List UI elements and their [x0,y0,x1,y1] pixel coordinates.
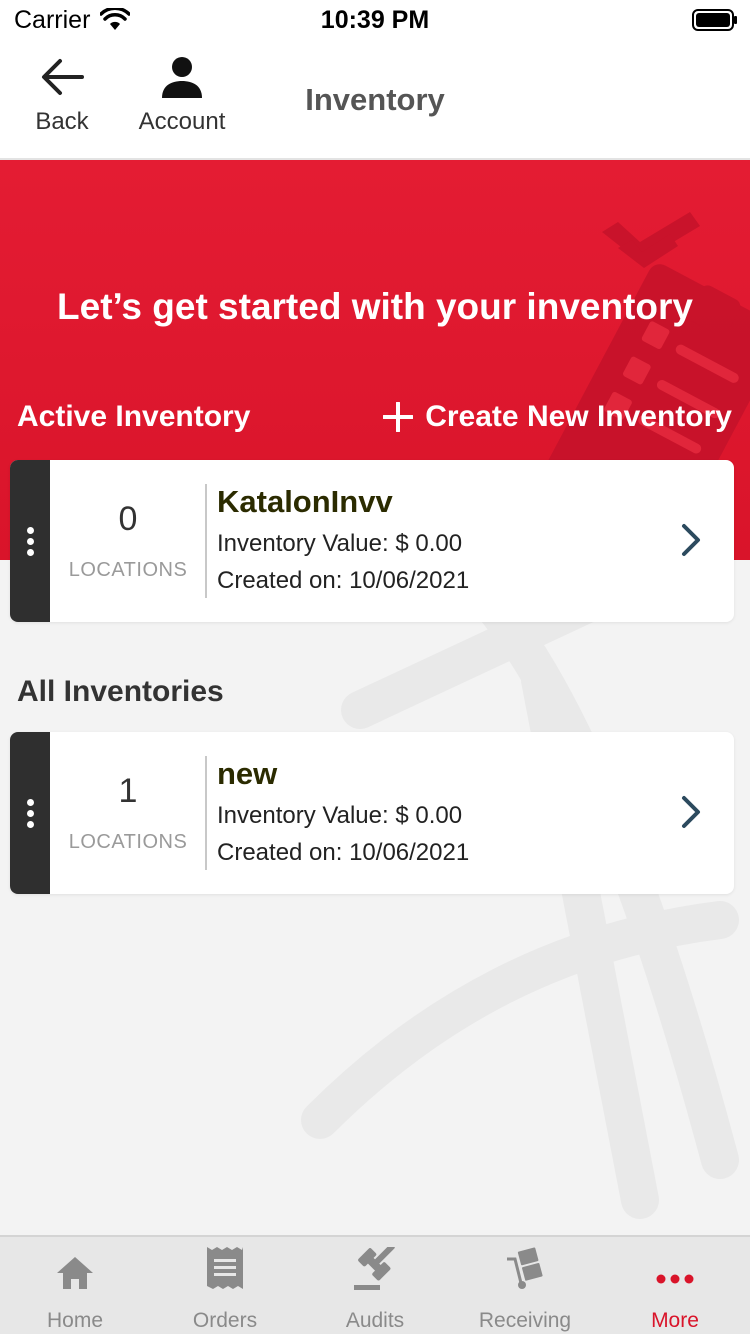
battery-icon [692,9,737,31]
status-time: 10:39 PM [320,6,430,34]
hero-title: Let’s get started with your inventory [57,286,693,327]
bottom-tab-bar: Home Orders Audits Receiving More [0,1235,750,1334]
locations-count: 0 [118,500,138,538]
receipt-icon [207,1247,243,1289]
inventory-value: Inventory Value: $ 0.00 [217,802,463,829]
tab-home[interactable]: Home [0,1237,150,1334]
nav-header: Back Account Inventory [0,40,750,160]
more-vertical-icon [26,526,34,534]
background-watermark [301,560,739,1219]
inventory-value: Inventory Value: $ 0.00 [217,530,463,557]
locations-count: 1 [118,772,138,810]
card-divider [205,756,207,870]
inventory-name: new [217,756,278,791]
card-menu-handle[interactable] [10,732,50,894]
inventory-created-date: Created on: 10/06/2021 [217,839,470,866]
tab-orders-label: Orders [192,1309,258,1332]
hand-truck-icon [507,1247,543,1289]
locations-label: LOCATIONS [68,831,188,853]
plus-icon [383,402,414,432]
more-vertical-icon [26,798,34,806]
all-inventories-heading: All Inventories [17,675,224,708]
home-icon [57,1257,93,1289]
card-menu-handle[interactable] [10,460,50,622]
page-title: Inventory [305,82,445,117]
inventory-created-date: Created on: 10/06/2021 [217,567,470,594]
tab-audits[interactable]: Audits [300,1237,450,1334]
inventory-card[interactable]: 1 LOCATIONS new Inventory Value: $ 0.00 … [10,732,734,894]
locations-label: LOCATIONS [68,559,188,581]
card-divider [205,484,207,598]
create-new-inventory-button[interactable]: Create New Inventory [383,400,732,434]
tab-more-label: More [651,1309,699,1332]
inventory-name: KatalonInvv [217,484,393,519]
tab-orders[interactable]: Orders [150,1237,300,1334]
tab-receiving[interactable]: Receiving [450,1237,600,1334]
inventory-card-active[interactable]: 0 LOCATIONS KatalonInvv Inventory Value:… [10,460,734,622]
tab-more[interactable]: More [600,1237,750,1334]
create-new-inventory-label: Create New Inventory [425,400,732,433]
chevron-right-icon[interactable] [680,794,702,830]
tab-audits-label: Audits [345,1309,405,1332]
tab-receiving-label: Receiving [478,1309,572,1332]
chevron-right-icon[interactable] [680,522,702,558]
gavel-icon [354,1247,395,1290]
active-inventory-heading: Active Inventory [17,400,251,433]
tab-home-label: Home [46,1309,104,1332]
status-bar: Carrier 10:39 PM [0,0,750,40]
more-dots-icon [656,1274,694,1284]
